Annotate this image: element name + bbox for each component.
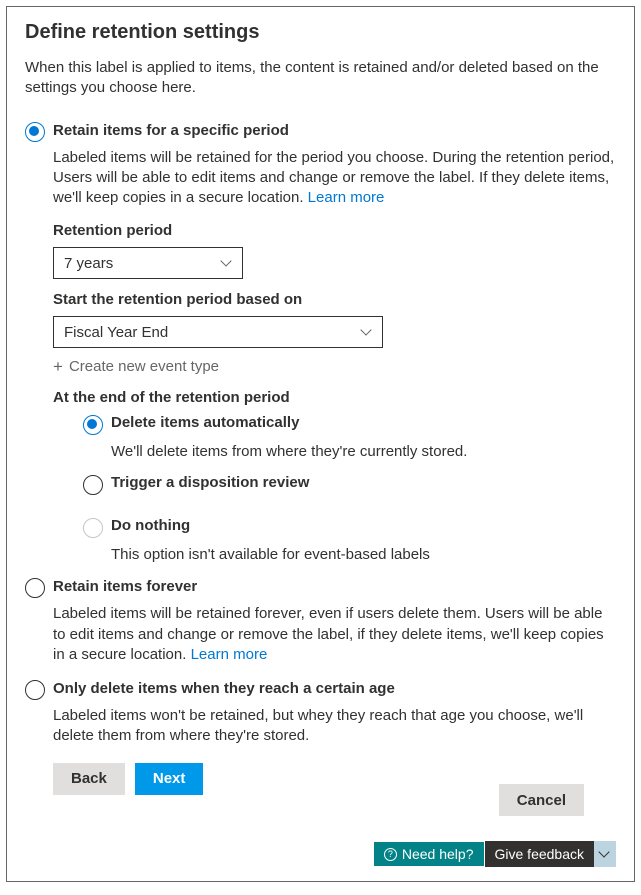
option-do-nothing: Do nothing — [83, 517, 616, 538]
retention-period-value: 7 years — [64, 255, 113, 272]
learn-more-link-2[interactable]: Learn more — [191, 646, 268, 663]
chevron-down-icon — [222, 258, 232, 268]
retain-forever-desc: Labeled items will be retained forever, … — [53, 604, 616, 665]
radio-do-nothing — [83, 518, 103, 538]
radio-delete-at-age[interactable] — [25, 680, 45, 700]
start-based-on-value: Fiscal Year End — [64, 324, 168, 341]
option-retain-forever[interactable]: Retain items forever — [25, 577, 616, 598]
chevron-down-icon — [600, 849, 610, 859]
do-nothing-desc: This option isn't available for event-ba… — [111, 546, 616, 563]
cancel-button[interactable]: Cancel — [499, 784, 584, 816]
plus-icon: + — [53, 358, 63, 375]
option-delete-at-age[interactable]: Only delete items when they reach a cert… — [25, 679, 616, 700]
trigger-review-label: Trigger a disposition review — [111, 474, 309, 491]
create-event-type-link[interactable]: + Create new event type — [53, 358, 616, 375]
next-button[interactable]: Next — [135, 763, 204, 795]
start-based-on-block: Start the retention period based on Fisc… — [53, 291, 616, 563]
retain-forever-label: Retain items forever — [53, 577, 197, 597]
do-nothing-label: Do nothing — [111, 517, 190, 534]
start-based-on-heading: Start the retention period based on — [53, 291, 616, 308]
retention-period-heading: Retention period — [53, 222, 616, 239]
retention-settings-panel: Define retention settings When this labe… — [6, 6, 635, 882]
end-of-period-heading: At the end of the retention period — [53, 389, 616, 406]
delete-at-age-label: Only delete items when they reach a cert… — [53, 679, 395, 699]
option-retain-period[interactable]: Retain items for a specific period — [25, 121, 616, 142]
delete-at-age-desc: Labeled items won't be retained, but whe… — [53, 706, 616, 747]
feedback-dropdown-toggle[interactable] — [594, 841, 616, 867]
retain-period-label: Retain items for a specific period — [53, 121, 289, 141]
option-delete-auto[interactable]: Delete items automatically — [83, 414, 616, 435]
chevron-down-icon — [362, 327, 372, 337]
need-help-button[interactable]: ? Need help? — [373, 841, 485, 867]
learn-more-link[interactable]: Learn more — [308, 189, 385, 206]
need-help-label: Need help? — [402, 846, 474, 862]
delete-auto-label: Delete items automatically — [111, 414, 299, 431]
give-feedback-label: Give feedback — [495, 846, 585, 862]
retention-period-dropdown[interactable]: 7 years — [53, 247, 243, 279]
create-event-type-label: Create new event type — [69, 358, 219, 375]
delete-auto-desc: We'll delete items from where they're cu… — [111, 443, 616, 460]
retain-period-desc: Labeled items will be retained for the p… — [53, 148, 616, 209]
retention-period-block: Retention period 7 years — [53, 222, 616, 279]
footer-bar: ? Need help? Give feedback — [373, 841, 616, 867]
radio-retain-period[interactable] — [25, 122, 45, 142]
radio-trigger-review[interactable] — [83, 475, 103, 495]
radio-delete-auto[interactable] — [83, 415, 103, 435]
page-title: Define retention settings — [25, 21, 616, 44]
start-based-on-dropdown[interactable]: Fiscal Year End — [53, 316, 383, 348]
option-trigger-review[interactable]: Trigger a disposition review — [83, 474, 616, 495]
back-button[interactable]: Back — [53, 763, 125, 795]
radio-retain-forever[interactable] — [25, 578, 45, 598]
intro-text: When this label is applied to items, the… — [25, 58, 616, 99]
end-options-group: Delete items automatically We'll delete … — [83, 414, 616, 563]
give-feedback-button[interactable]: Give feedback — [485, 841, 595, 867]
info-icon: ? — [384, 848, 397, 861]
